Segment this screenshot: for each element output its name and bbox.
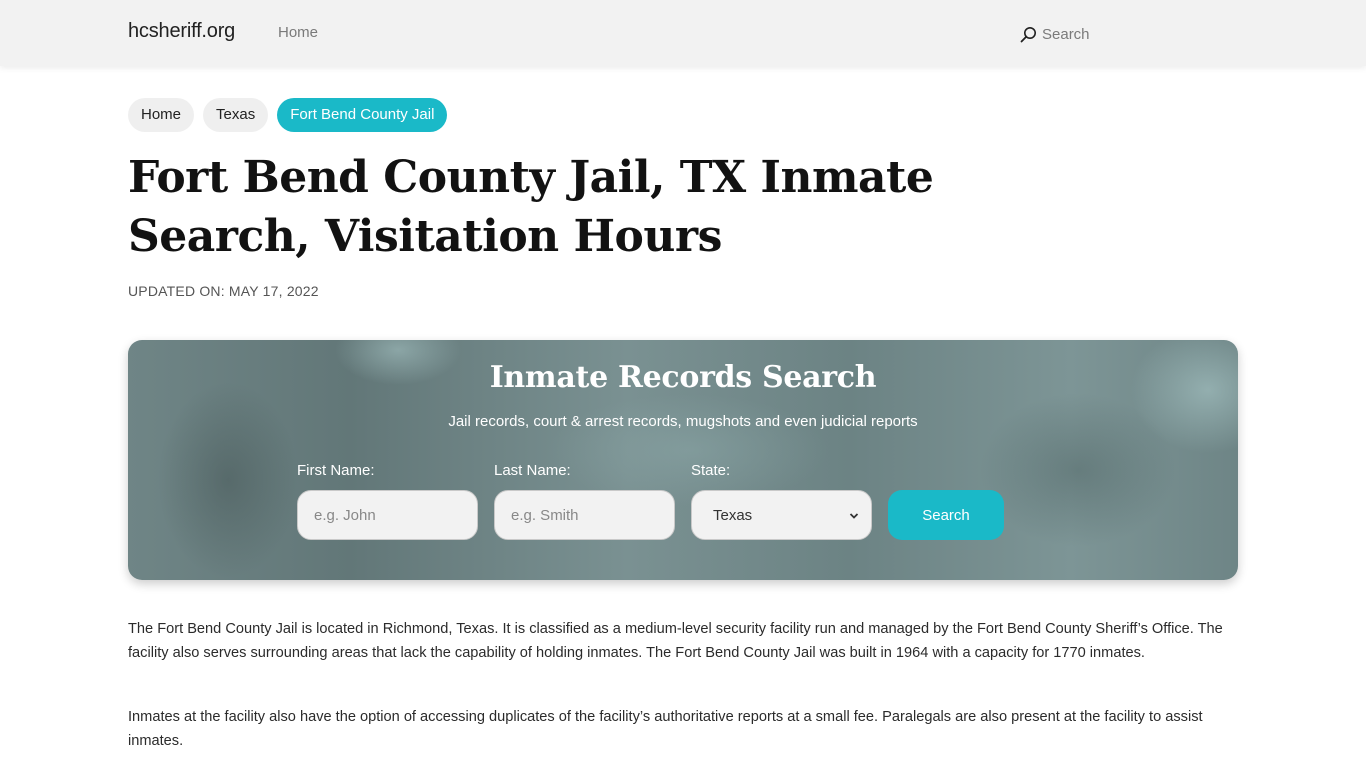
last-name-label: Last Name: (494, 462, 571, 479)
page-title: Fort Bend County Jail, TX Inmate Search,… (128, 152, 934, 262)
search-card-title: Inmate Records Search (489, 360, 877, 395)
first-name-label: First Name: (297, 462, 375, 479)
breadcrumb-fort-bend-county-jail[interactable]: Fort Bend County Jail (277, 98, 448, 132)
state-selected-value: Texas (713, 506, 753, 524)
content-paragraph-2: Inmates at the facility also have the op… (128, 709, 1203, 749)
top-navbar: hcsheriff.org Home Search (0, 0, 1366, 66)
breadcrumb-texas[interactable]: Texas (203, 98, 269, 132)
nav-search-button[interactable]: Search (1020, 22, 1090, 46)
last-name-input[interactable] (494, 490, 675, 540)
search-icon (1020, 26, 1037, 43)
breadcrumb: Home Texas Fort Bend County Jail (128, 98, 448, 132)
state-label: State: (691, 462, 731, 479)
nav-home-link[interactable]: Home (278, 24, 318, 41)
state-select[interactable]: Texas (691, 490, 872, 540)
chevron-down-icon (849, 507, 859, 524)
site-brand-link[interactable]: hcsheriff.org (128, 20, 235, 43)
search-button[interactable]: Search (888, 490, 1004, 540)
breadcrumb-home[interactable]: Home (128, 98, 195, 132)
updated-date: UPDATED ON: MAY 17, 2022 (128, 283, 319, 299)
nav-search-label: Search (1042, 25, 1090, 43)
content-paragraph-1: The Fort Bend County Jail is located in … (128, 621, 1223, 661)
search-card-subtitle: Jail records, court & arrest records, mu… (448, 413, 918, 430)
inmate-search-card: Inmate Records Search Jail records, cour… (128, 340, 1238, 580)
first-name-input[interactable] (297, 490, 478, 540)
